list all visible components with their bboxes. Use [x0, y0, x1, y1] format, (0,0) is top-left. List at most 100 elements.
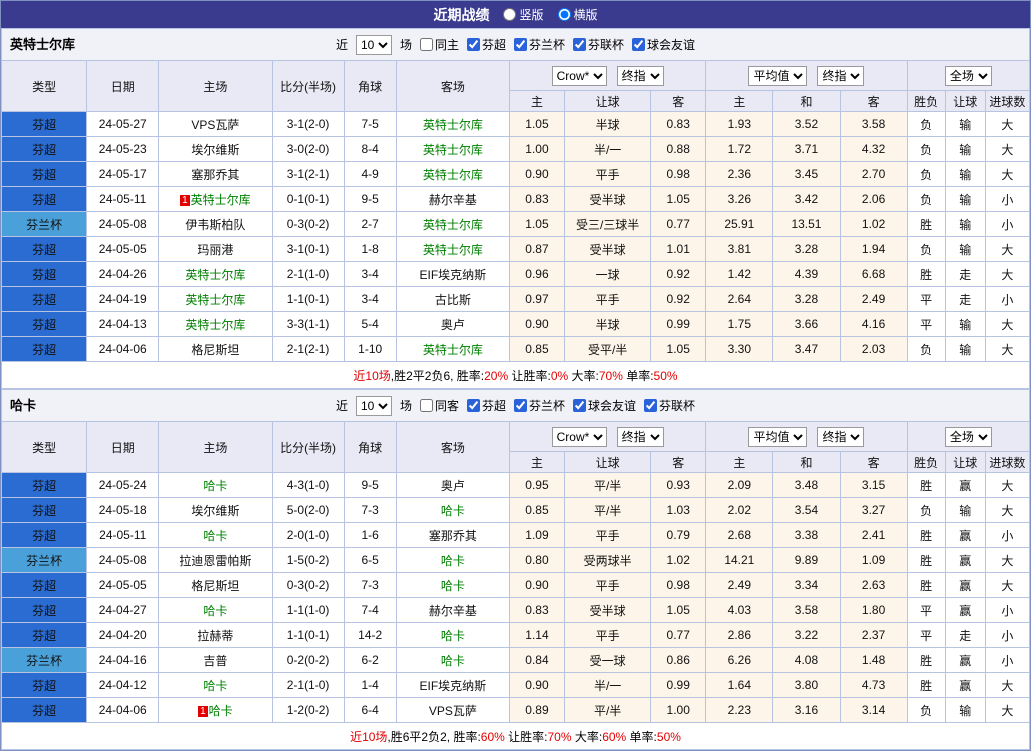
league-filter-0[interactable]: 芬超 — [466, 36, 506, 53]
match-score[interactable]: 1-2(0-2) — [271, 697, 345, 723]
home-team-name[interactable]: 埃尔维斯 — [191, 143, 239, 157]
home-team-name[interactable]: 哈卡 — [203, 679, 227, 693]
same-venue-checkbox[interactable] — [419, 38, 433, 51]
home-team-name[interactable]: 格尼斯坦 — [191, 579, 239, 593]
match-score[interactable]: 3-0(2-0) — [271, 136, 345, 162]
league-type-cell[interactable]: 芬超 — [0, 236, 88, 262]
match-score[interactable]: 1-1(0-1) — [271, 622, 345, 648]
league-type-cell[interactable]: 芬超 — [0, 186, 88, 212]
away-team-name[interactable]: EIF埃克纳斯 — [419, 679, 486, 693]
match-score[interactable]: 0-1(0-1) — [271, 186, 345, 212]
home-team-name[interactable]: 塞那乔其 — [191, 168, 239, 182]
league-checkbox[interactable] — [573, 38, 587, 51]
home-team-name[interactable]: 拉迪恩雷帕斯 — [179, 554, 251, 568]
same-venue-checkbox[interactable] — [419, 399, 433, 412]
home-team-name[interactable]: 拉赫蒂 — [197, 629, 233, 643]
match-score[interactable]: 1-1(0-1) — [271, 286, 345, 312]
home-team-name[interactable]: 哈卡 — [203, 604, 227, 618]
away-team-name[interactable]: 赫尔辛基 — [429, 604, 477, 618]
league-checkbox[interactable] — [514, 38, 527, 51]
bookmaker-stage-select[interactable]: 终指 — [616, 426, 664, 447]
away-team-name[interactable]: 哈卡 — [441, 654, 465, 668]
league-checkbox[interactable] — [514, 399, 527, 412]
away-team-name[interactable]: 奥卢 — [441, 479, 465, 493]
bookmaker-select[interactable]: Crow* — [551, 65, 607, 86]
league-type-cell[interactable]: 芬超 — [0, 672, 88, 698]
home-team-name[interactable]: 英特士尔库 — [191, 193, 251, 207]
match-score[interactable]: 3-1(0-1) — [271, 236, 345, 262]
league-type-cell[interactable]: 芬超 — [0, 136, 88, 162]
away-team-name[interactable]: 英特士尔库 — [423, 168, 483, 182]
bookmaker-stage-select[interactable]: 终指 — [616, 65, 664, 86]
league-checkbox[interactable] — [644, 399, 658, 412]
match-count-select[interactable]: 10 — [355, 34, 392, 55]
league-type-cell[interactable]: 芬超 — [0, 597, 88, 623]
league-type-cell[interactable]: 芬超 — [0, 572, 88, 598]
scope-select[interactable]: 全场 — [944, 426, 992, 447]
away-team-name[interactable]: 古比斯 — [435, 293, 471, 307]
home-team-name[interactable]: 格尼斯坦 — [191, 343, 239, 357]
league-filter-2[interactable]: 球会友谊 — [573, 397, 636, 414]
league-filter-2[interactable]: 芬联杯 — [573, 36, 624, 53]
away-team-name[interactable]: 塞那乔其 — [429, 529, 477, 543]
league-type-cell[interactable]: 芬兰杯 — [0, 211, 88, 237]
league-checkbox[interactable] — [466, 38, 480, 51]
home-team-name[interactable]: 哈卡 — [209, 704, 233, 718]
view-option-horizontal[interactable]: 横版 — [557, 6, 598, 23]
league-type-cell[interactable]: 芬超 — [0, 497, 88, 523]
bookmaker-select[interactable]: Crow* — [551, 426, 607, 447]
horizontal-view-radio[interactable] — [557, 8, 571, 21]
away-team-name[interactable]: 英特士尔库 — [423, 343, 483, 357]
home-team-name[interactable]: 哈卡 — [203, 479, 227, 493]
same-venue-option[interactable]: 同客 — [419, 397, 459, 414]
match-score[interactable]: 2-1(2-1) — [271, 336, 345, 362]
home-team-name[interactable]: 英特士尔库 — [185, 268, 245, 282]
away-team-name[interactable]: EIF埃克纳斯 — [419, 268, 486, 282]
away-team-name[interactable]: 哈卡 — [441, 629, 465, 643]
home-team-name[interactable]: 玛丽港 — [197, 243, 233, 257]
average-select[interactable]: 平均值 — [748, 426, 808, 447]
home-team-name[interactable]: VPS瓦萨 — [191, 118, 239, 132]
away-team-name[interactable]: VPS瓦萨 — [429, 704, 477, 718]
away-team-name[interactable]: 哈卡 — [441, 579, 465, 593]
match-score[interactable]: 5-0(2-0) — [271, 497, 345, 523]
league-checkbox[interactable] — [573, 399, 587, 412]
home-team-name[interactable]: 伊韦斯柏队 — [185, 218, 245, 232]
away-team-name[interactable]: 奥卢 — [441, 318, 465, 332]
match-score[interactable]: 2-1(1-0) — [271, 672, 345, 698]
league-filter-3[interactable]: 芬联杯 — [644, 397, 695, 414]
league-type-cell[interactable]: 芬超 — [0, 111, 88, 137]
away-team-name[interactable]: 哈卡 — [441, 554, 465, 568]
vertical-view-radio[interactable] — [503, 8, 517, 21]
match-score[interactable]: 4-3(1-0) — [271, 472, 345, 498]
match-score[interactable]: 3-1(2-0) — [271, 111, 345, 137]
away-team-name[interactable]: 赫尔辛基 — [429, 193, 477, 207]
away-team-name[interactable]: 英特士尔库 — [423, 218, 483, 232]
away-team-name[interactable]: 英特士尔库 — [423, 243, 483, 257]
league-type-cell[interactable]: 芬超 — [0, 622, 88, 648]
match-score[interactable]: 1-1(1-0) — [271, 597, 345, 623]
league-type-cell[interactable]: 芬超 — [0, 161, 88, 187]
home-team-name[interactable]: 吉普 — [203, 654, 227, 668]
away-team-name[interactable]: 英特士尔库 — [423, 118, 483, 132]
view-option-vertical[interactable]: 竖版 — [503, 6, 544, 23]
scope-select[interactable]: 全场 — [944, 65, 992, 86]
match-score[interactable]: 2-1(1-0) — [271, 261, 345, 287]
average-stage-select[interactable]: 终指 — [817, 65, 865, 86]
same-venue-option[interactable]: 同主 — [419, 36, 459, 53]
league-type-cell[interactable]: 芬超 — [0, 286, 88, 312]
league-filter-0[interactable]: 芬超 — [466, 397, 506, 414]
home-team-name[interactable]: 埃尔维斯 — [191, 504, 239, 518]
league-type-cell[interactable]: 芬兰杯 — [0, 647, 88, 673]
away-team-name[interactable]: 英特士尔库 — [423, 143, 483, 157]
league-type-cell[interactable]: 芬超 — [0, 336, 88, 362]
match-score[interactable]: 3-3(1-1) — [271, 311, 345, 337]
match-score[interactable]: 0-3(0-2) — [271, 572, 345, 598]
league-checkbox[interactable] — [466, 399, 480, 412]
league-filter-1[interactable]: 芬兰杯 — [514, 397, 565, 414]
league-type-cell[interactable]: 芬超 — [0, 311, 88, 337]
league-type-cell[interactable]: 芬兰杯 — [0, 547, 88, 573]
league-type-cell[interactable]: 芬超 — [0, 261, 88, 287]
average-stage-select[interactable]: 终指 — [817, 426, 865, 447]
away-team-name[interactable]: 哈卡 — [441, 504, 465, 518]
